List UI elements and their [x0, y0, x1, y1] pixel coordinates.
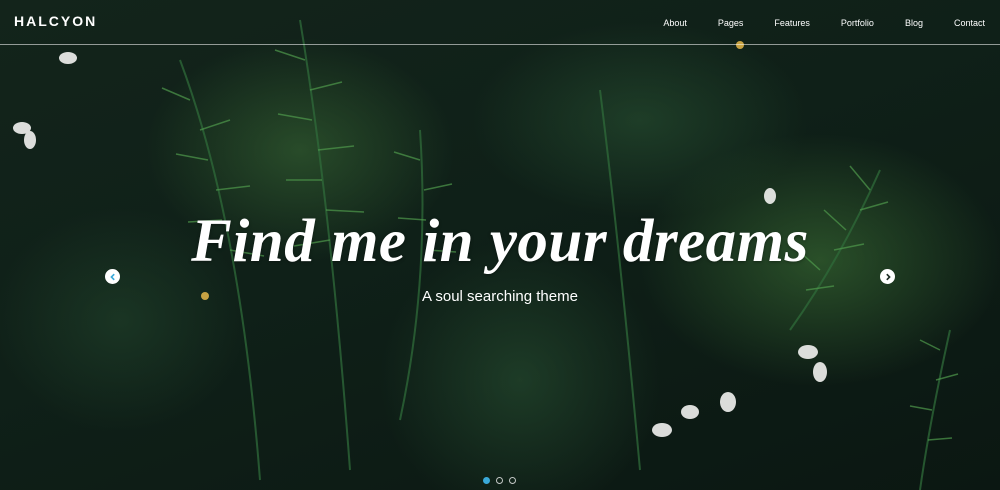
hero-headline: Find me in your dreams — [191, 208, 809, 275]
main-nav: About Pages Features Portfolio Blog Cont… — [632, 18, 985, 28]
slider-prev-button[interactable] — [105, 269, 120, 284]
nav-link-blog[interactable]: Blog — [905, 18, 923, 28]
site-logo[interactable]: HALCYON — [14, 13, 97, 29]
slider-pagination — [480, 477, 519, 484]
nav-link-contact[interactable]: Contact — [954, 18, 985, 28]
nav-link-features[interactable]: Features — [774, 18, 810, 28]
slider-dot-3[interactable] — [509, 477, 516, 484]
hero-section: HALCYON About Pages Features Portfolio B… — [0, 0, 1000, 490]
slider-dot-2[interactable] — [496, 477, 503, 484]
slider-next-button[interactable] — [880, 269, 895, 284]
nav-link-about[interactable]: About — [663, 18, 687, 28]
chevron-left-icon — [109, 273, 115, 280]
slider-dot-1[interactable] — [483, 477, 490, 484]
nav-link-portfolio[interactable]: Portfolio — [841, 18, 874, 28]
hero-subheadline: A soul searching theme — [422, 288, 578, 305]
top-navigation-bar: HALCYON About Pages Features Portfolio B… — [0, 0, 1000, 45]
chevron-right-icon — [885, 273, 891, 280]
nav-link-pages[interactable]: Pages — [718, 18, 744, 28]
